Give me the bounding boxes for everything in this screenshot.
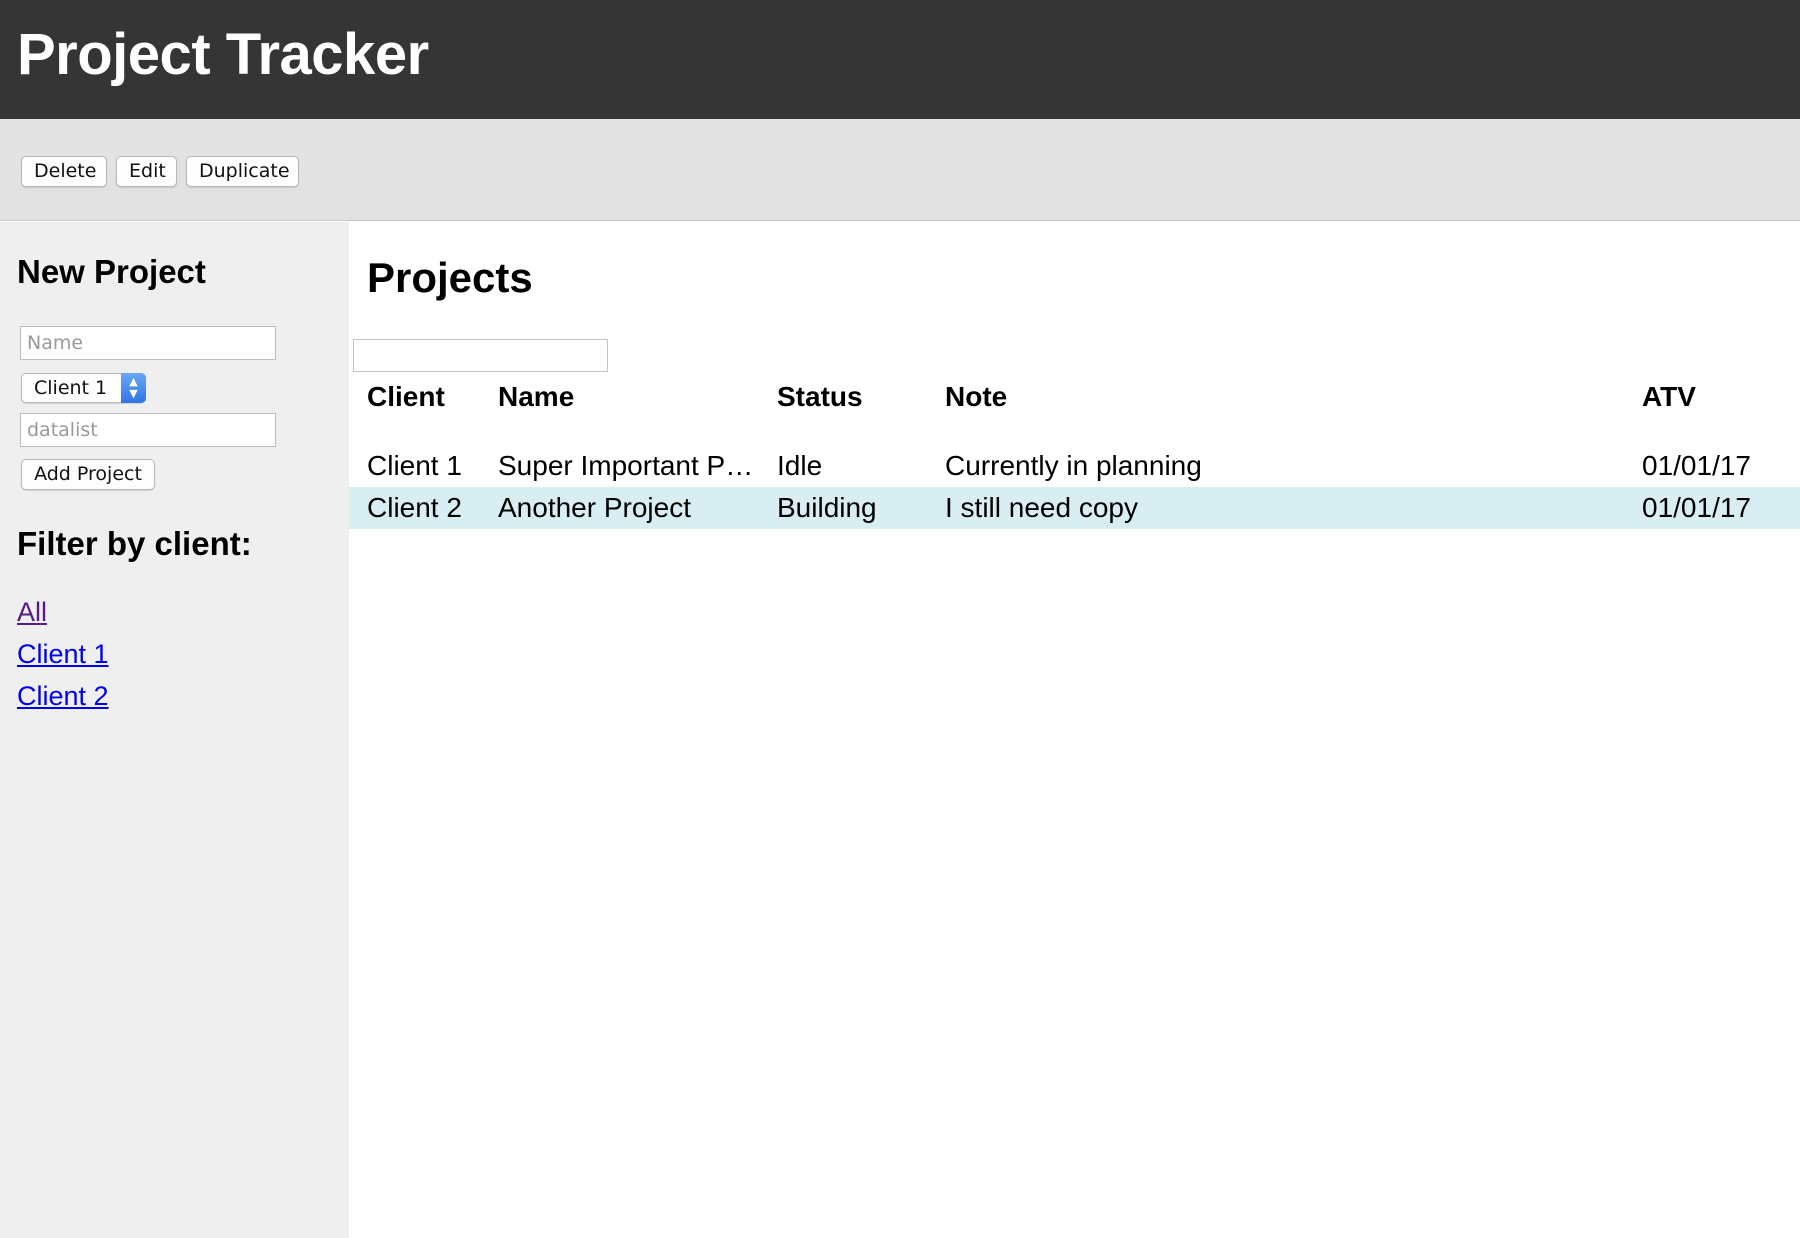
table-row[interactable]: Client 1 Super Important P… Idle Current… [349, 445, 1800, 487]
cell-atv: 01/01/17 [1624, 487, 1800, 529]
toolbar: Delete Edit Duplicate [0, 119, 1800, 221]
column-header-atv[interactable]: ATV [1624, 376, 1800, 418]
add-project-button[interactable]: Add Project [21, 459, 155, 490]
edit-button[interactable]: Edit [116, 156, 177, 187]
filter-heading: Filter by client: [17, 525, 252, 562]
project-name-input[interactable] [20, 326, 276, 360]
cell-client: Client 1 [367, 450, 462, 481]
cell-status: Building [759, 487, 927, 529]
search-input[interactable] [353, 339, 608, 372]
filter-link-all[interactable]: All [17, 596, 47, 628]
select-arrows-icon: ▲ ▼ [121, 373, 146, 403]
delete-button[interactable]: Delete [21, 156, 107, 187]
cell-status: Idle [777, 450, 823, 481]
cell-name-text: Super Important P… [498, 450, 754, 481]
new-project-heading: New Project [17, 253, 206, 290]
cell-name: Super Important P… [480, 445, 759, 487]
table-header-row: Client Name Status Note ATV [349, 376, 1800, 418]
client-select[interactable]: Client 1 ▲ ▼ [21, 373, 146, 403]
datalist-input[interactable] [20, 413, 276, 447]
app-title: Project Tracker [17, 22, 429, 87]
client-select-value: Client 1 [34, 377, 108, 399]
column-header-status[interactable]: Status [759, 376, 927, 418]
app-header: Project Tracker [0, 0, 1800, 119]
cell-note: Currently in planning [945, 450, 1202, 481]
duplicate-button[interactable]: Duplicate [186, 156, 299, 187]
cell-client: Client 2 [349, 487, 480, 529]
sidebar: New Project Client 1 ▲▼ Add Project Filt… [0, 222, 349, 1238]
projects-table: Client Name Status Note ATV Client 1 Sup… [349, 376, 1800, 529]
cell-name-text: Another Project [498, 492, 691, 523]
column-header-note[interactable]: Note [927, 376, 1624, 418]
filter-link-client-1[interactable]: Client 1 [17, 638, 109, 670]
column-header-name[interactable]: Name [480, 376, 759, 418]
cell-atv: 01/01/17 [1642, 450, 1751, 481]
table-row-selected[interactable]: Client 2 Another Project Building I stil… [349, 487, 1800, 529]
table-spacer [349, 418, 1800, 445]
projects-title: Projects [367, 254, 533, 301]
cell-name: Another Project [480, 487, 759, 529]
column-header-client[interactable]: Client [349, 376, 480, 418]
cell-note: I still need copy [927, 487, 1624, 529]
filter-link-client-2[interactable]: Client 2 [17, 680, 109, 712]
